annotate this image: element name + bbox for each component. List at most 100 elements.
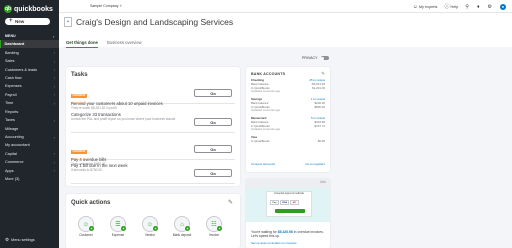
chevron-right-icon: › [53,50,55,56]
chevron-right-icon: › [53,117,55,123]
sidebar-item-apps[interactable]: Apps › [0,167,59,175]
go-button[interactable]: Go [194,89,232,97]
menu-settings-link[interactable]: ⚙ Menu settings [5,237,35,243]
qb-balance-value: $157.72 [314,123,325,128]
go-button[interactable]: Go [194,118,232,126]
quick-action-expense[interactable]: ☰ + Expense [107,216,129,238]
updated-text: Updated moments ago [251,89,281,94]
sidebar-item-label: Cash flow [5,75,22,80]
gear-icon[interactable]: ⚙ [488,4,492,10]
sidebar-item-cash-flow[interactable]: Cash flow › [0,74,59,82]
sidebar-item-label: Customers & leads [5,67,38,72]
sidebar-item-label: Capital [5,151,17,156]
search-icon[interactable]: ⚲ [465,4,469,10]
quickbooks-logo[interactable]: qb quickbooks [4,4,56,14]
collapse-menu-icon[interactable]: ‹ [53,34,54,39]
company-name: Sample Company [90,4,119,8]
sidebar-nav: Dashboard Banking › Sales › Customers & leads… [0,40,59,183]
apple-pay-icon: Pay [270,200,279,205]
bank-icon: ⌂ + [174,216,190,232]
sidebar-item-capital[interactable]: Capital › [0,150,59,158]
overdue-badge: OVERDUE [71,94,87,98]
set-up-reminders-link[interactable]: Set up auto-reminders on invoices [251,241,297,245]
quick-actions-title: Quick actions [71,200,111,206]
my-experts-label: My experts [418,4,438,9]
plus-icon: + [217,226,222,231]
sidebar-item-label: Apps [5,168,14,173]
go-button[interactable]: Go [194,145,232,153]
task-subtitle: They're worth $5,281.52 in profit [71,106,117,110]
card-header: Info [246,179,330,188]
bank-accounts-title: BANK ACCOUNTS [251,72,286,76]
tab-business-overview[interactable]: Business overview [107,40,142,45]
bank-accounts-card: BANK ACCOUNTS ✎ Checking 25 to review Bank… [246,67,330,172]
sidebar-item-label: Mileage [5,126,19,131]
info-tag: Info [320,180,326,184]
bank-account-row[interactable]: Checking 25 to review Bank balance -$3,621.… [251,78,325,94]
edit-pencil-icon[interactable]: ✎ [228,199,233,206]
bank-account-row[interactable]: Visa In QuickBooks $0.00 [251,135,325,144]
privacy-toggle[interactable]: PRIVACY [302,56,329,60]
sidebar-item-mileage[interactable]: Mileage [0,124,59,132]
my-experts-button[interactable]: ☺ My experts [413,4,438,10]
bell-icon[interactable]: ♦ [477,4,480,10]
user-avatar-icon[interactable]: ● [500,3,506,10]
quick-action-customer[interactable]: ☺ + Customer [75,216,97,238]
sidebar-item-label: More (3) [5,177,20,182]
task-item: OVERDUE Pay 4 overdue bills They amount to… [71,139,235,166]
mastercard-icon: MC [290,200,299,205]
sidebar-item-commerce[interactable]: Commerce › [0,158,59,166]
sidebar-item-reports[interactable]: Reports [0,108,59,116]
quick-action-bank-deposit[interactable]: ⌂ + Bank deposit [171,216,193,238]
people-icon: ☺ [412,3,418,10]
chevron-right-icon: › [53,67,55,73]
new-button[interactable]: + New [5,18,50,25]
connect-accounts-link[interactable]: Connect accounts [251,162,275,166]
qb-balance-value: $800.00 [314,104,325,109]
menu-settings-label: Menu settings [11,238,35,242]
go-to-registers-link[interactable]: Go to registers [305,162,325,166]
tasks-card: Tasks OVERDUE Remind your customers about… [66,67,240,186]
sidebar-item-time[interactable]: Time › [0,99,59,107]
sidebar-item-label: Banking [5,50,19,55]
sidebar-item-my-accountant[interactable]: My accountant [0,141,59,149]
page-header: + Craig's Design and Landscaping Service… [59,13,512,48]
gear-icon: ⚙ [5,237,10,242]
illustration-title: Accepted payment methods [274,192,304,195]
edit-pencil-icon[interactable]: ✎ [321,71,325,77]
sidebar-item-customers-leads[interactable]: Customers & leads › [0,65,59,73]
sidebar-item-expenses[interactable]: Expenses › [0,82,59,90]
sidebar-item-label: Sales [5,59,15,64]
sidebar-item-payroll[interactable]: Payroll › [0,91,59,99]
tab-get-things-done[interactable]: Get things done [66,40,98,48]
quick-action-invoice[interactable]: ☷ + Invoice [203,216,225,238]
sidebar-item-sales[interactable]: Sales › [0,57,59,65]
sidebar-item-label: Time [5,101,14,106]
task-item: OVERDUE Remind your customers about 10 un… [71,83,235,110]
quick-action-vendor[interactable]: ☺ + Vendor [139,216,161,238]
add-logo-icon[interactable]: + [64,17,72,27]
task-item: Categorize 33 transactions Unlock the P&L… [71,112,235,133]
menu-label: MENU [5,34,16,38]
invoice-icon: ☷ + [206,216,222,232]
sidebar-item-more-3[interactable]: More (3) [0,175,59,183]
sidebar-item-label: Expenses [5,84,22,89]
toggle-switch[interactable] [320,56,329,60]
sidebar: qb quickbooks + New MENU ‹ Dashboard Bank… [0,0,59,248]
sidebar-item-banking[interactable]: Banking › [0,48,59,56]
quick-action-label: Expense [111,233,125,237]
plus-icon: + [153,226,158,231]
sidebar-item-dashboard[interactable]: Dashboard [0,40,59,49]
task-subtitle: It amounts to $750.00 [71,168,102,172]
sidebar-item-accounting[interactable]: Accounting › [0,133,59,141]
company-switcher[interactable]: Sample Company ˅ [90,4,122,8]
chevron-down-icon: ˅ [119,4,122,8]
go-button[interactable]: Go [194,169,232,177]
overdue-badge: OVERDUE [71,150,87,154]
sidebar-item-taxes[interactable]: Taxes › [0,116,59,124]
help-button[interactable]: ⓘ Help [444,3,458,10]
overdue-message: You're waiting for $5,420.56 in overdue … [251,230,329,239]
bank-account-row[interactable]: Savings 1 to review Bank balance $200.00 In … [251,97,325,113]
bank-account-row[interactable]: Mastercard 5 to review Bank balance $304.96… [251,116,325,132]
tasks-title: Tasks [71,72,88,78]
